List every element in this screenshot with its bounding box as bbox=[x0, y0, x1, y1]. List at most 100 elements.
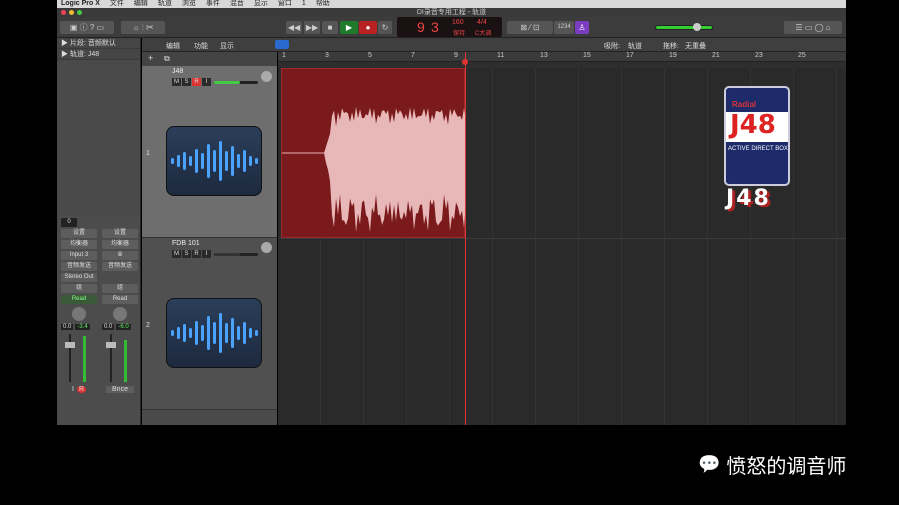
menu-track[interactable]: 轨道 bbox=[158, 0, 172, 8]
lcd-beat: 3 bbox=[431, 19, 439, 35]
tuner-button[interactable]: ♙ bbox=[575, 21, 589, 34]
region-inspector-header[interactable]: ▶ 片段: 音频默认 bbox=[57, 38, 140, 49]
cycle-button[interactable]: ↻ bbox=[378, 21, 392, 34]
playhead[interactable] bbox=[465, 52, 466, 425]
lcd-display[interactable]: 9 3 160 保持 4/4 C大调 bbox=[397, 17, 502, 37]
bounce-button[interactable]: Bnce bbox=[106, 386, 134, 393]
menu-app[interactable]: Logic Pro X bbox=[61, 0, 100, 8]
group-button[interactable]: 组 bbox=[61, 284, 97, 293]
forward-button[interactable]: ▶▶ bbox=[304, 21, 320, 34]
waveform-bar bbox=[236, 154, 240, 168]
group-button[interactable]: 组 bbox=[102, 284, 138, 293]
ruler-mark: 25 bbox=[798, 52, 806, 59]
drag-select[interactable]: 无重叠 bbox=[685, 41, 706, 51]
menu-view[interactable]: 显示 bbox=[254, 0, 268, 8]
waveform-bar bbox=[248, 156, 252, 166]
menu-1[interactable]: 1 bbox=[302, 0, 306, 8]
rewind-button[interactable]: ◀◀ bbox=[286, 21, 302, 34]
input-button[interactable]: Input 3 bbox=[61, 251, 97, 260]
track-name[interactable]: J48 bbox=[172, 68, 183, 75]
minimize-button[interactable] bbox=[69, 10, 74, 15]
record-button[interactable]: R bbox=[192, 78, 201, 86]
record-button[interactable]: ● bbox=[359, 21, 377, 34]
lcd-signature: 4/4 bbox=[477, 19, 487, 26]
catch-button[interactable] bbox=[275, 40, 289, 49]
waveform-bar bbox=[206, 316, 210, 350]
waveform-bar bbox=[194, 149, 198, 173]
zoom-button[interactable] bbox=[77, 10, 82, 15]
master-volume-slider[interactable] bbox=[655, 25, 713, 30]
audio-region[interactable] bbox=[281, 68, 466, 238]
menu-edit[interactable]: 编辑 bbox=[134, 0, 148, 8]
record-button[interactable]: R bbox=[192, 250, 201, 258]
edit-tools-group[interactable]: ⊠ ⁄ ⊡ bbox=[507, 21, 553, 34]
record-enable-button[interactable]: R bbox=[76, 386, 86, 393]
menu-help[interactable]: 帮助 bbox=[316, 0, 330, 8]
master-volume-knob[interactable] bbox=[693, 23, 701, 31]
setting-button[interactable]: 设置 bbox=[102, 229, 138, 238]
sends-button[interactable]: 音频发送 bbox=[102, 262, 138, 271]
ruler[interactable]: 1 3 5 7 9 11 13 15 17 19 21 23 25 bbox=[278, 52, 846, 62]
play-button[interactable]: ▶ bbox=[340, 21, 358, 34]
ruler-mark: 7 bbox=[411, 52, 415, 59]
eq-button[interactable]: 均衡器 bbox=[61, 240, 97, 249]
track-volume-slider[interactable] bbox=[214, 81, 258, 84]
fader-cap[interactable] bbox=[106, 342, 116, 348]
menu-file[interactable]: 文件 bbox=[110, 0, 124, 8]
browser-buttons-group[interactable]: ☰ ▭ ◯ ⌂ bbox=[784, 21, 842, 34]
waveform bbox=[282, 106, 466, 233]
mute-button[interactable]: M bbox=[172, 78, 181, 86]
ruler-mark: 13 bbox=[540, 52, 548, 59]
waveform-bar bbox=[170, 158, 174, 164]
pan-knob[interactable] bbox=[261, 71, 272, 82]
close-button[interactable] bbox=[61, 10, 66, 15]
pan-knob[interactable] bbox=[113, 307, 127, 321]
product-logo: J48 bbox=[730, 110, 776, 140]
mute-button[interactable]: M bbox=[172, 250, 181, 258]
fader-cap[interactable] bbox=[65, 342, 75, 348]
view-buttons-group[interactable]: ▣ ⓘ ? ▭ bbox=[60, 21, 114, 34]
edit-menu[interactable]: 编辑 bbox=[166, 41, 180, 51]
automation-mode-button[interactable]: Read bbox=[61, 295, 97, 304]
cpu-label: 1234 bbox=[554, 21, 574, 34]
input-monitor-button[interactable]: I bbox=[202, 78, 211, 86]
pan-knob[interactable] bbox=[261, 242, 272, 253]
input-monitor-button[interactable]: I bbox=[202, 250, 211, 258]
waveform-bar bbox=[188, 328, 192, 338]
input-monitor-button[interactable]: I bbox=[72, 386, 74, 393]
output-button[interactable]: Stereo Out bbox=[61, 273, 97, 282]
track-name[interactable]: FDB 101 bbox=[172, 240, 200, 247]
duplicate-track-icon[interactable]: ⧉ bbox=[164, 54, 170, 64]
eq-button[interactable]: 均衡器 bbox=[102, 240, 138, 249]
input-button[interactable]: ⦾ bbox=[102, 251, 138, 260]
snap-select[interactable]: 轨道 bbox=[628, 41, 642, 51]
watermark-text: 愤怒的调音师 bbox=[726, 454, 847, 478]
sends-button[interactable]: 音频发送 bbox=[61, 262, 97, 271]
track-header-1[interactable]: 1 J48 MSRI bbox=[142, 66, 277, 238]
stop-button[interactable]: ■ bbox=[322, 21, 338, 34]
waveform-bar bbox=[230, 318, 234, 348]
menu-window[interactable]: 窗口 bbox=[278, 0, 292, 8]
track-header-2[interactable]: 2 FDB 101 MSRI bbox=[142, 238, 277, 410]
track-inspector-header[interactable]: ▶ 轨道: J48 bbox=[57, 49, 140, 60]
track-volume-slider[interactable] bbox=[214, 253, 258, 256]
automation-mode-button[interactable]: Read bbox=[102, 295, 138, 304]
add-track-button[interactable]: + bbox=[148, 53, 153, 63]
fader[interactable] bbox=[59, 330, 99, 386]
menu-mix[interactable]: 混音 bbox=[230, 0, 244, 8]
solo-button[interactable]: S bbox=[182, 78, 191, 86]
ruler-mark: 11 bbox=[497, 52, 505, 59]
playhead-handle[interactable] bbox=[462, 59, 468, 65]
mixer-buttons-group[interactable]: ☼ ⫶ ✂ bbox=[121, 21, 165, 34]
menu-event[interactable]: 事件 bbox=[206, 0, 220, 8]
pan-knob[interactable] bbox=[72, 307, 86, 321]
setting-button[interactable]: 设置 bbox=[61, 229, 97, 238]
view-menu[interactable]: 显示 bbox=[220, 41, 234, 51]
solo-button[interactable]: S bbox=[182, 250, 191, 258]
fader[interactable] bbox=[100, 330, 140, 386]
waveform-bar bbox=[188, 156, 192, 166]
functions-menu[interactable]: 功能 bbox=[194, 41, 208, 51]
menu-navigate[interactable]: 浏览 bbox=[182, 0, 196, 8]
gain-field[interactable]: 0 bbox=[61, 218, 77, 227]
lcd-bar: 9 bbox=[417, 19, 425, 35]
